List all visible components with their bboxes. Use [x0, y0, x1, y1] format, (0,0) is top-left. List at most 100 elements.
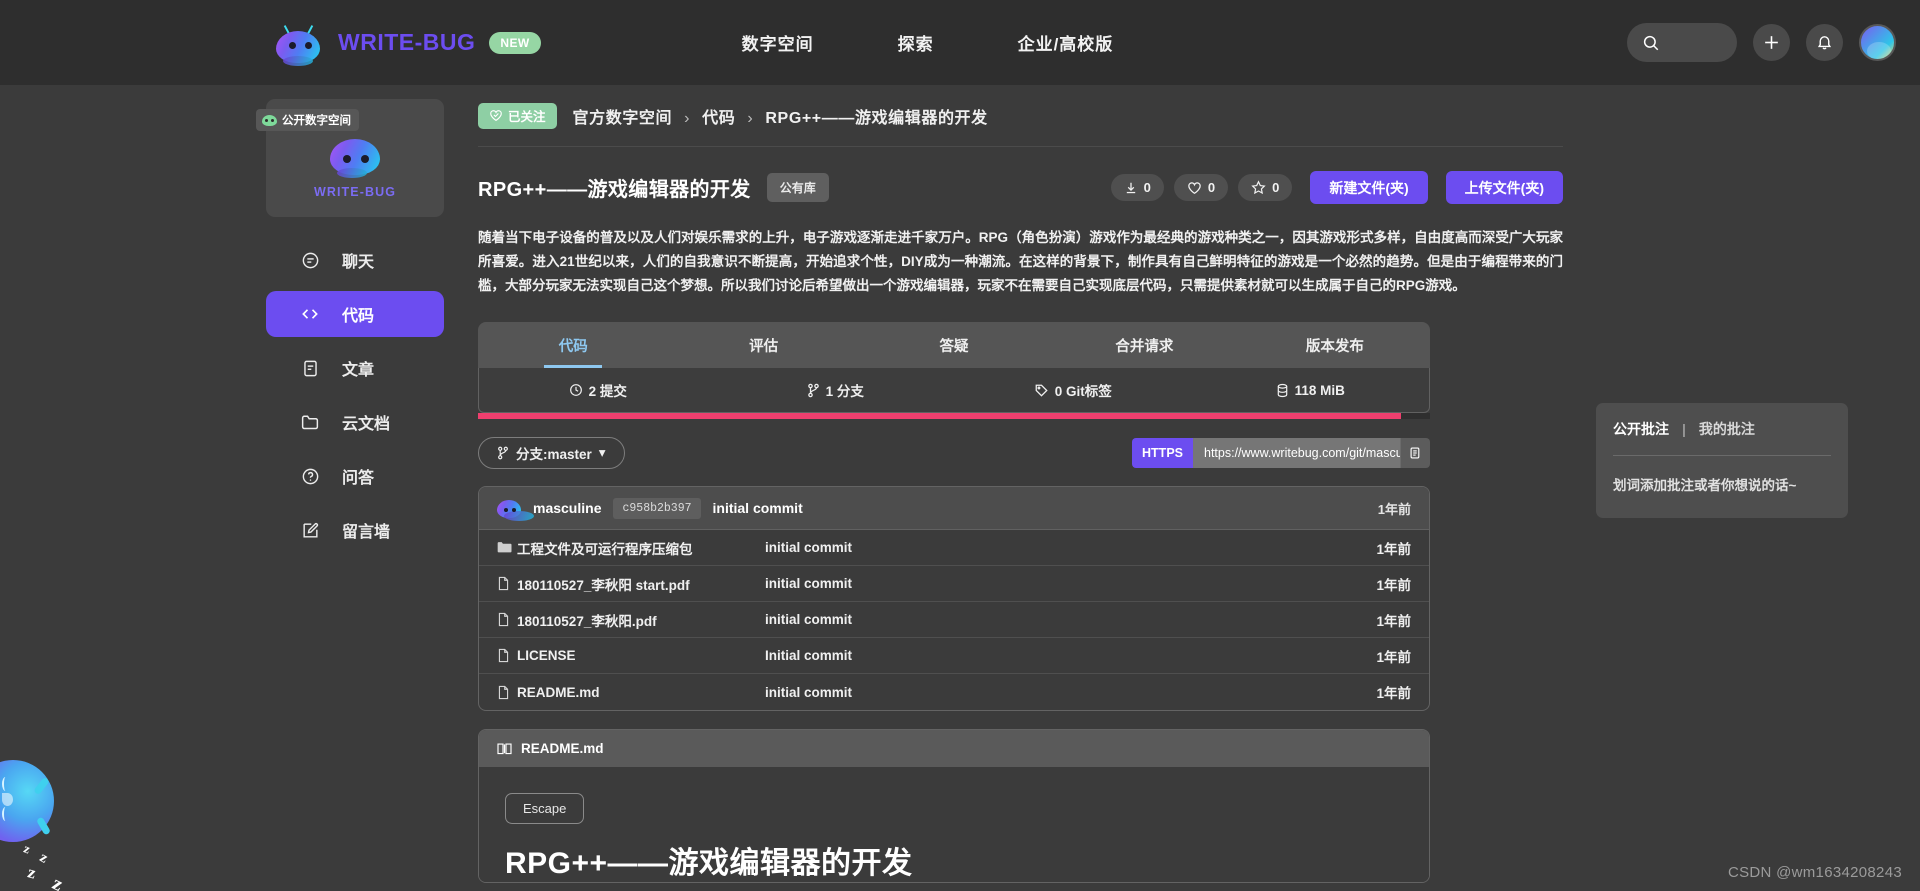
breadcrumb-item-repo[interactable]: RPG++——游戏编辑器的开发	[765, 110, 987, 127]
file-icon	[497, 685, 517, 700]
branch-icon	[807, 383, 820, 398]
search-input[interactable]	[1627, 23, 1737, 62]
star-count[interactable]: 0	[1238, 174, 1293, 201]
file-icon	[497, 648, 517, 663]
like-count-value: 0	[1207, 180, 1216, 195]
table-row[interactable]: README.md initial commit 1年前	[479, 674, 1429, 710]
commit-hash[interactable]: c958b2b397	[613, 497, 701, 519]
add-button[interactable]	[1753, 24, 1790, 61]
sidebar-item-chat[interactable]: 聊天	[266, 237, 444, 283]
download-count[interactable]: 0	[1110, 174, 1164, 201]
tags-stat[interactable]: 0 Git标签	[954, 380, 1192, 400]
top-bar-actions	[1627, 0, 1896, 85]
article-icon	[300, 358, 320, 378]
tab-label: 版本发布	[1305, 338, 1364, 355]
repo-actions: 0 0 0 新建文件(夹) 上传文件(夹)	[1110, 171, 1563, 204]
follow-button[interactable]: 已关注	[478, 102, 557, 129]
breadcrumb-item-code[interactable]: 代码	[702, 110, 735, 127]
tab-public-annotations[interactable]: 公开批注	[1613, 419, 1669, 439]
table-row[interactable]: 180110527_李秋阳.pdf initial commit 1年前	[479, 602, 1429, 638]
sleeping-mascot-icon: z z z z	[0, 755, 120, 891]
bug-icon	[262, 114, 277, 126]
annotation-tabs: 公开批注 | 我的批注	[1613, 419, 1831, 439]
table-row[interactable]: LICENSE Initial commit 1年前	[479, 638, 1429, 674]
sidebar-nav: 聊天 代码 文章 云文档 问答 留言墙	[255, 237, 455, 553]
file-name: 180110527_李秋阳.pdf	[517, 613, 657, 629]
tab-label: 合并请求	[1115, 338, 1174, 355]
breadcrumb-item-space[interactable]: 官方数字空间	[573, 110, 673, 127]
file-time: 1年前	[1376, 649, 1411, 665]
nav-item-enterprise[interactable]: 企业/高校版	[1018, 30, 1114, 55]
space-avatar-icon	[327, 133, 383, 178]
commits-label: 2 提交	[588, 384, 627, 399]
database-icon	[1276, 383, 1289, 398]
clone-url-field[interactable]: https://www.writebug.com/git/mascu	[1193, 438, 1400, 468]
sidebar-item-label: 文章	[342, 362, 375, 379]
tab-my-annotations[interactable]: 我的批注	[1699, 419, 1755, 439]
readme-filename: README.md	[521, 741, 604, 756]
readme-panel: README.md Escape RPG++——游戏编辑器的开发	[478, 729, 1430, 883]
breadcrumb-bar: 已关注 官方数字空间 › 代码 › RPG++——游戏编辑器的开发	[478, 85, 1563, 147]
branches-stat[interactable]: 1 分支	[717, 380, 955, 400]
file-name: 180110527_李秋阳 start.pdf	[517, 577, 690, 593]
space-visibility-tag: 公开数字空间	[256, 109, 359, 131]
branch-selector[interactable]: 分支:master ▾	[478, 437, 625, 469]
top-bar: WRITE-BUG NEW 数字空间 探索 企业/高校版	[0, 0, 1920, 85]
tab-merge-request[interactable]: 合并请求	[1049, 322, 1239, 368]
space-card[interactable]: 公开数字空间 WRITE-BUG	[256, 99, 444, 217]
table-row[interactable]: 180110527_李秋阳 start.pdf initial commit 1…	[479, 566, 1429, 602]
clone-protocol-button[interactable]: HTTPS	[1132, 438, 1193, 468]
like-count[interactable]: 0	[1173, 174, 1229, 201]
tab-evaluation[interactable]: 评估	[668, 322, 858, 368]
sidebar-item-label: 云文档	[342, 416, 391, 433]
breadcrumb: 官方数字空间 › 代码 › RPG++——游戏编辑器的开发	[573, 104, 988, 128]
commit-author-name[interactable]: masculine	[533, 500, 601, 516]
brand-new-badge: NEW	[489, 31, 541, 54]
heart-icon	[1187, 181, 1202, 195]
file-icon	[497, 612, 517, 627]
left-sidebar: 公开数字空间 WRITE-BUG 聊天 代码 文章 云文档 问答 留言墙	[255, 85, 455, 891]
space-name: WRITE-BUG	[313, 185, 397, 199]
size-stat[interactable]: 118 MiB	[1192, 383, 1430, 398]
table-row[interactable]: 工程文件及可运行程序压缩包 initial commit 1年前	[479, 530, 1429, 566]
tab-label: 代码	[558, 338, 588, 355]
folder-icon	[300, 412, 320, 432]
sidebar-item-qa[interactable]: 问答	[266, 453, 444, 499]
escape-button[interactable]: Escape	[505, 793, 585, 824]
file-time: 1年前	[1376, 686, 1411, 701]
sidebar-item-article[interactable]: 文章	[266, 345, 444, 391]
book-icon	[497, 742, 512, 755]
branch-and-clone-row: 分支:master ▾ HTTPS https://www.writebug.c…	[478, 437, 1430, 469]
new-file-button[interactable]: 新建文件(夹)	[1310, 171, 1428, 204]
tab-code[interactable]: 代码	[478, 322, 668, 368]
sidebar-item-code[interactable]: 代码	[266, 291, 444, 337]
repo-title-row: RPG++——游戏编辑器的开发 公有库 0 0 0 新建文件(夹) 上传文件(夹…	[478, 171, 1563, 204]
branch-label: 分支:master	[516, 447, 592, 462]
tab-release[interactable]: 版本发布	[1240, 322, 1430, 368]
copy-url-button[interactable]	[1400, 438, 1430, 468]
question-icon	[300, 466, 320, 486]
sidebar-item-message-wall[interactable]: 留言墙	[266, 507, 444, 553]
annotation-placeholder: 划词添加批注或者你想说的话~	[1613, 478, 1797, 493]
brand-logo-link[interactable]: WRITE-BUG NEW	[272, 23, 541, 66]
repo-stats-bar: 2 提交 1 分支 0 Git标签 118 MiB	[478, 368, 1430, 413]
branch-icon	[497, 446, 509, 460]
nav-item-explore[interactable]: 探索	[898, 30, 934, 55]
tab-qa[interactable]: 答疑	[859, 322, 1049, 368]
tags-label: 0 Git标签	[1054, 384, 1112, 399]
nav-item-digital-space[interactable]: 数字空间	[742, 30, 814, 55]
sidebar-item-cloud-doc[interactable]: 云文档	[266, 399, 444, 445]
file-commit-message: initial commit	[765, 684, 853, 700]
chevron-down-icon: ▾	[598, 445, 606, 460]
copy-icon	[1409, 446, 1423, 460]
avatar[interactable]	[1859, 24, 1896, 61]
commits-stat[interactable]: 2 提交	[479, 380, 717, 400]
sidebar-item-label: 聊天	[342, 254, 375, 271]
file-commit-message: initial commit	[765, 612, 853, 627]
heart-check-icon	[489, 109, 503, 122]
upload-file-button[interactable]: 上传文件(夹)	[1445, 171, 1563, 204]
notifications-button[interactable]	[1806, 24, 1843, 61]
latest-commit-row: masculine c958b2b397 initial commit 1年前	[479, 487, 1429, 530]
annotations-panel: 公开批注 | 我的批注 划词添加批注或者你想说的话~	[1596, 403, 1848, 518]
zzz-glyph: z	[48, 872, 67, 891]
